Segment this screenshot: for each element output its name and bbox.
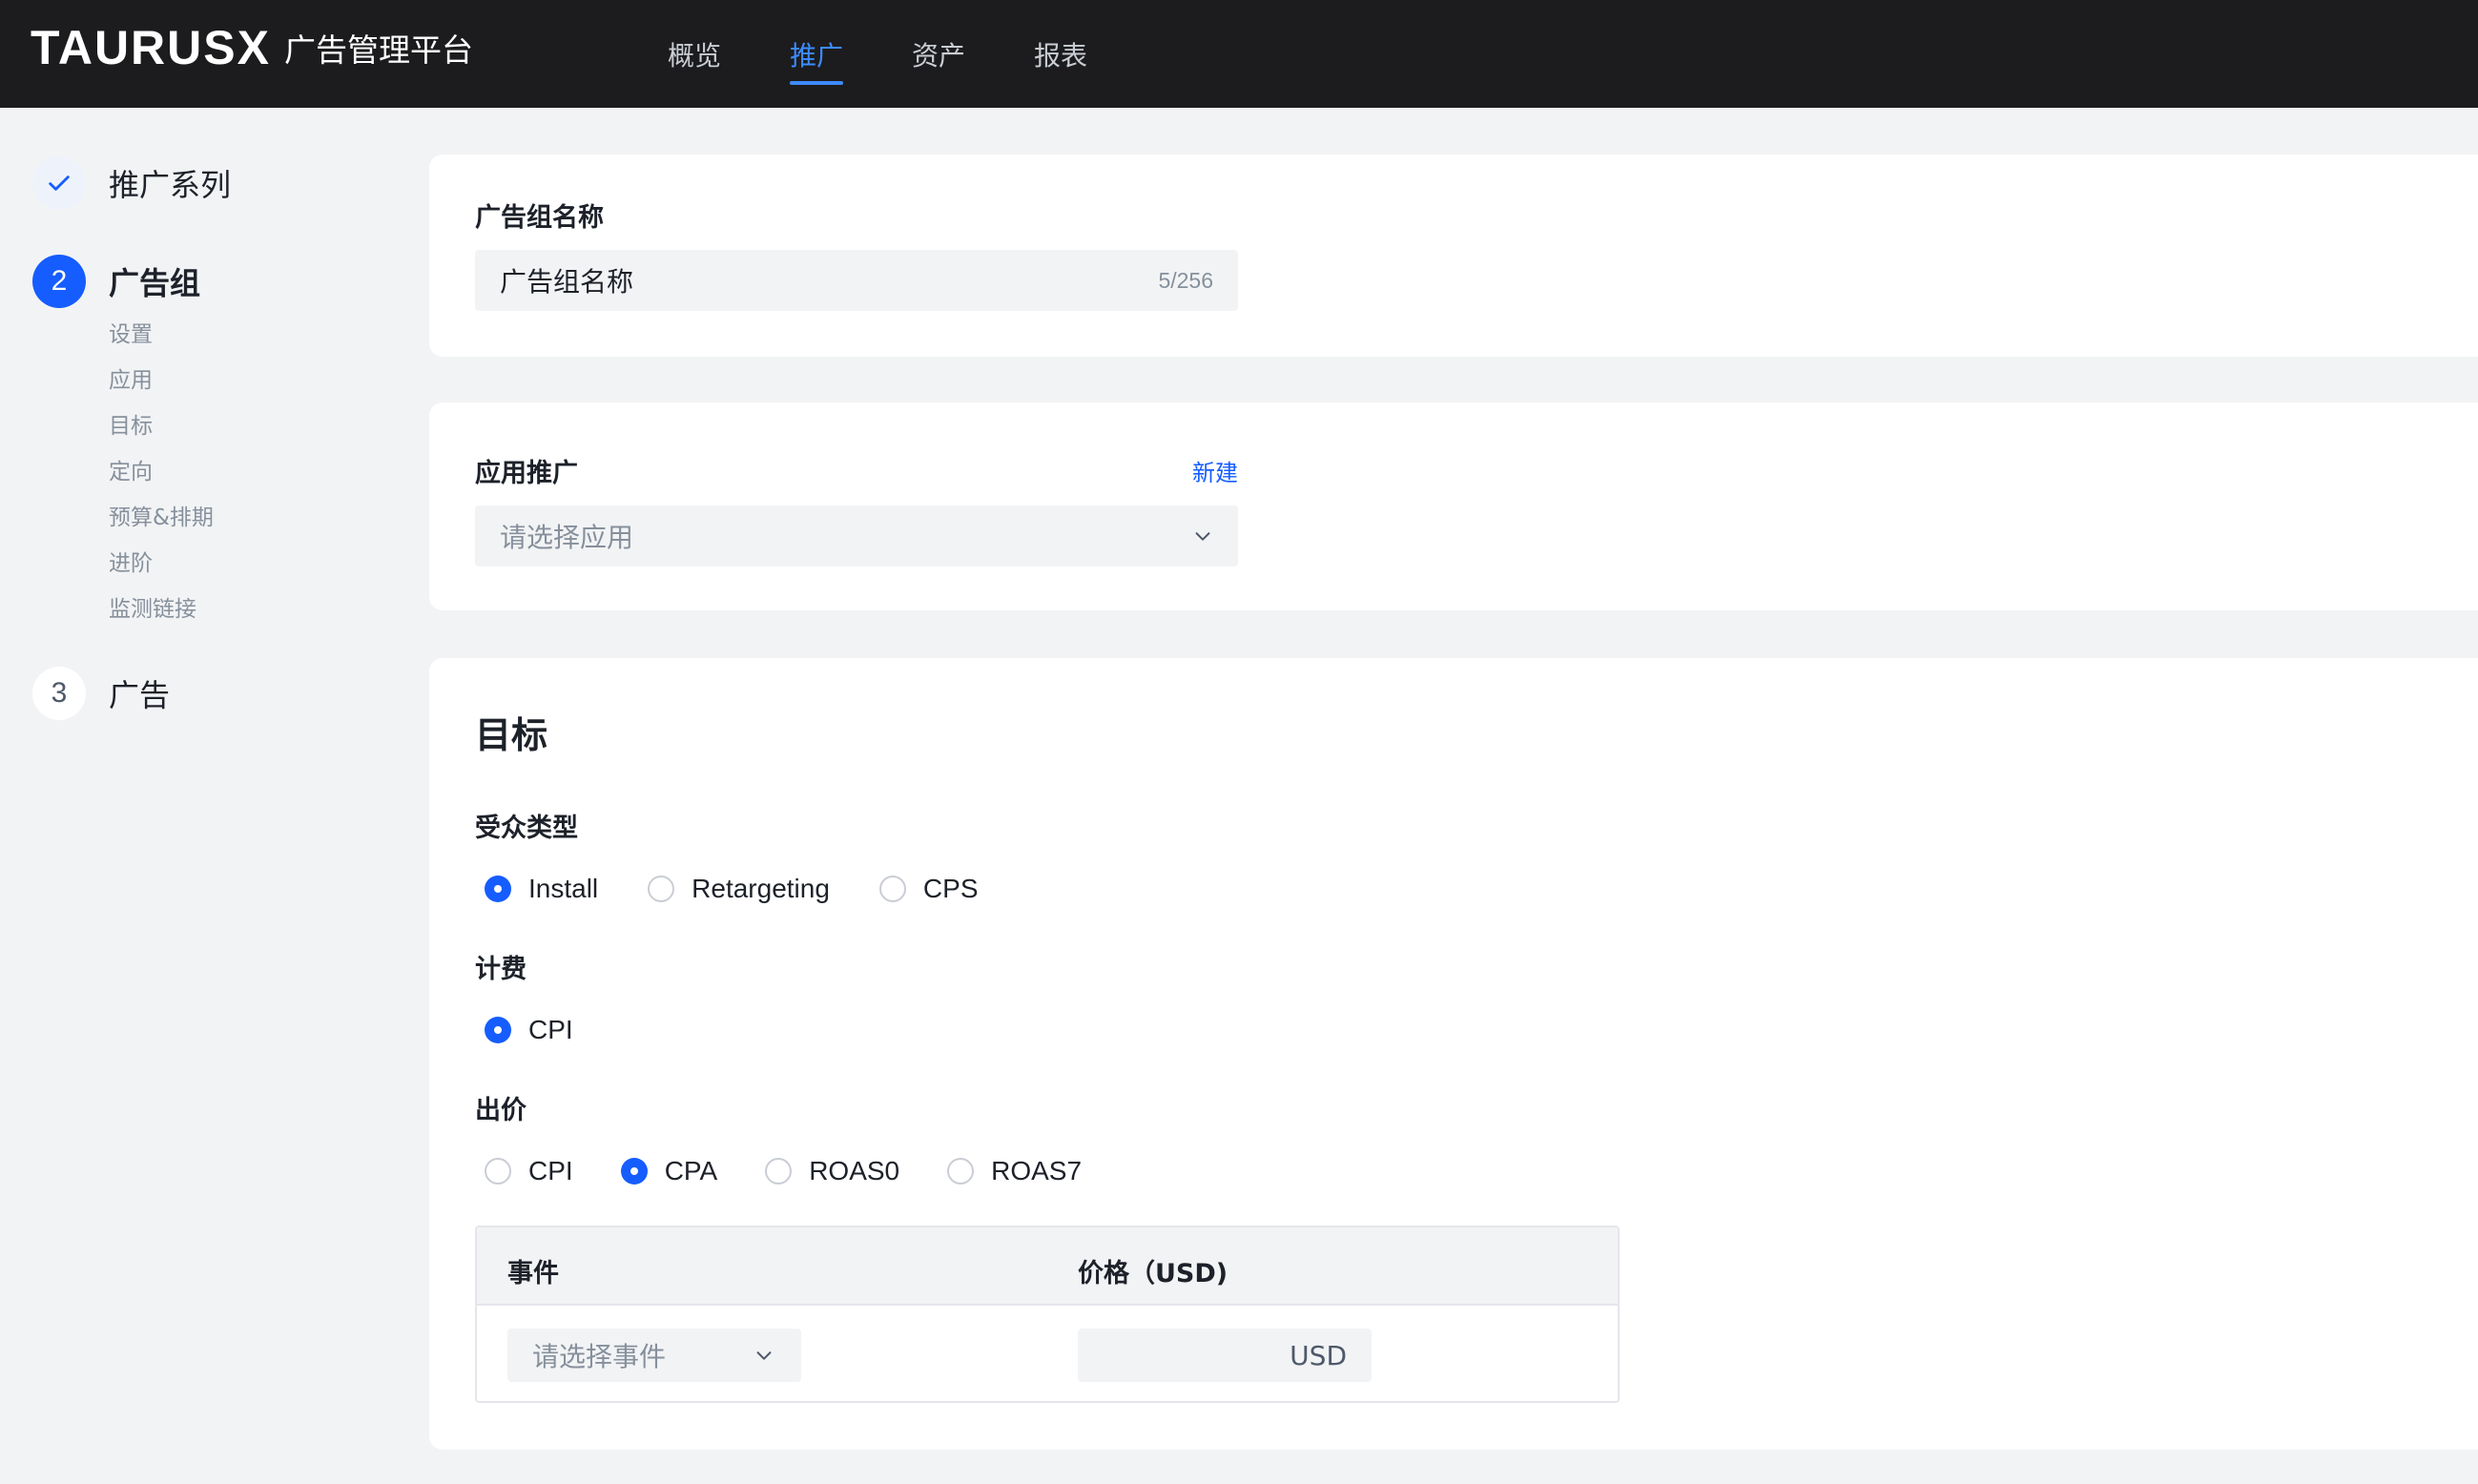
step-adgroup[interactable]: 2 广告组 (32, 255, 200, 308)
app-promo-label: 应用推广 (475, 459, 578, 488)
main-nav: 概览 推广 资产 报表 (668, 0, 1156, 108)
column-header-price: 价格（USD) (1078, 1259, 1229, 1288)
check-icon (49, 175, 70, 191)
nav-item-assets[interactable]: 资产 (912, 0, 965, 108)
event-select-placeholder: 请选择事件 (532, 1341, 667, 1372)
radio-label: CPA (664, 1156, 718, 1185)
radio-dot (485, 876, 511, 902)
adgroup-name-value: 广告组名称 (500, 266, 634, 298)
bid-label: 出价 (475, 1096, 527, 1125)
radio-install[interactable]: Install (485, 874, 598, 904)
substep-app[interactable]: 应用 (109, 358, 214, 403)
step-indicator (32, 156, 86, 210)
substep-list: 设置 应用 目标 定向 预算&排期 进阶 监测链接 (109, 312, 214, 632)
radio-billing-cpi[interactable]: CPI (485, 1015, 573, 1045)
price-input[interactable]: USD (1078, 1329, 1372, 1382)
bid-group: CPI CPA ROAS0 ROAS7 (485, 1152, 1082, 1190)
adgroup-name-label: 广告组名称 (475, 203, 604, 233)
table-header: 事件 价格（USD) (477, 1227, 1618, 1306)
adgroup-name-input[interactable]: 广告组名称 5/256 (475, 250, 1238, 311)
substep-budget[interactable]: 预算&排期 (109, 495, 214, 541)
billing-group: CPI (485, 1011, 573, 1049)
radio-label: Retargeting (692, 874, 830, 903)
radio-retargeting[interactable]: Retargeting (648, 874, 830, 904)
top-bar: TAURUSX 广告管理平台 概览 推广 资产 报表 (0, 0, 2478, 108)
app-promo-card: 应用推广 新建 请选择应用 (429, 402, 2478, 610)
radio-dot (878, 876, 906, 902)
nav-item-label: 概览 (668, 39, 722, 72)
radio-label: Install (528, 874, 599, 903)
platform-name: 广告管理平台 (283, 31, 473, 69)
audience-type-label: 受众类型 (475, 814, 578, 843)
radio-dot (620, 1158, 648, 1185)
goal-title: 目标 (475, 714, 548, 756)
nav-item-label: 推广 (790, 39, 844, 72)
event-price-table: 事件 价格（USD) 请选择事件 USD (475, 1226, 1620, 1403)
nav-item-overview[interactable]: 概览 (668, 0, 721, 108)
radio-label: ROAS7 (991, 1156, 1083, 1185)
substep-tracking[interactable]: 监测链接 (109, 587, 214, 632)
step-sidebar: 推广系列 2 广告组 设置 应用 目标 定向 预算&排期 进阶 监测链接 3 广… (0, 108, 401, 1484)
radio-label: CPI (528, 1015, 573, 1044)
radio-bid-cpa[interactable]: CPA (620, 1156, 718, 1186)
radio-dot (648, 876, 675, 902)
substep-targeting[interactable]: 定向 (109, 449, 214, 495)
step-indicator: 3 (32, 667, 86, 720)
audience-type-group: Install Retargeting CPS (485, 870, 979, 908)
radio-dot (765, 1158, 793, 1185)
radio-bid-roas0[interactable]: ROAS0 (765, 1156, 899, 1186)
new-app-link[interactable]: 新建 (1192, 454, 1238, 487)
step-indicator: 2 (32, 255, 86, 308)
radio-cps[interactable]: CPS (878, 874, 979, 904)
price-suffix: USD (1290, 1339, 1347, 1371)
step-title: 广告 (109, 677, 171, 713)
radio-label: CPI (528, 1156, 573, 1185)
substep-goal[interactable]: 目标 (109, 403, 214, 449)
step-ad[interactable]: 3 广告 (32, 667, 170, 720)
radio-bid-cpi[interactable]: CPI (485, 1156, 573, 1186)
chevron-down-icon (1195, 532, 1210, 541)
substep-advanced[interactable]: 进阶 (109, 541, 214, 587)
radio-dot (947, 1158, 975, 1185)
step-title: 推广系列 (109, 167, 232, 203)
app-select[interactable]: 请选择应用 (475, 505, 1238, 567)
column-header-event: 事件 (507, 1259, 559, 1288)
chevron-down-icon (756, 1351, 772, 1360)
char-counter: 5/256 (1158, 267, 1213, 293)
nav-item-reports[interactable]: 报表 (1034, 0, 1087, 108)
logo[interactable]: TAURUSX 广告管理平台 (31, 21, 473, 74)
nav-item-label: 报表 (1034, 39, 1088, 72)
step-title: 广告组 (109, 265, 201, 301)
radio-dot (485, 1158, 511, 1185)
step-campaign[interactable]: 推广系列 (32, 156, 231, 210)
substep-settings[interactable]: 设置 (109, 312, 214, 358)
logo-text: TAURUSX (31, 21, 271, 74)
event-select[interactable]: 请选择事件 (507, 1329, 801, 1382)
billing-label: 计费 (475, 955, 527, 984)
radio-label: ROAS0 (809, 1156, 900, 1185)
radio-label: CPS (922, 874, 979, 903)
nav-item-label: 资产 (912, 39, 966, 72)
app-select-placeholder: 请选择应用 (500, 522, 634, 553)
nav-item-promotion[interactable]: 推广 (790, 0, 844, 108)
adgroup-name-card: 广告组名称 广告组名称 5/256 (429, 155, 2478, 357)
radio-dot (485, 1017, 511, 1043)
radio-bid-roas7[interactable]: ROAS7 (947, 1156, 1082, 1186)
